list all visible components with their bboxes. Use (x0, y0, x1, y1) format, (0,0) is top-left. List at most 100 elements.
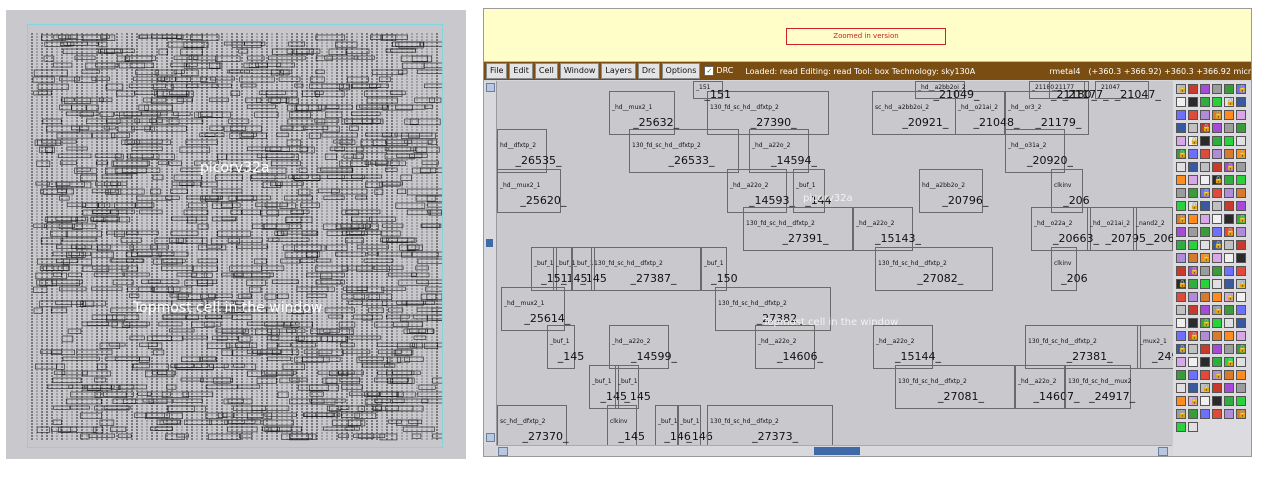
layer-swatch[interactable]: 🔒 (1224, 162, 1235, 172)
vertical-scroll-thumb[interactable] (486, 239, 493, 247)
layer-swatch[interactable] (1188, 214, 1198, 224)
layer-swatch[interactable] (1224, 344, 1234, 354)
layer-swatch[interactable] (1188, 175, 1198, 185)
std-cell[interactable]: _hd__o31a_2 _20920_ (1005, 129, 1073, 173)
std-cell[interactable]: 130_fd_sc_hd__dfxtp_2 _27381_ (1025, 325, 1141, 369)
layer-swatch[interactable] (1224, 279, 1234, 289)
menu-file[interactable]: File (486, 63, 508, 79)
layer-swatch[interactable] (1224, 110, 1234, 120)
std-cell[interactable]: 130_fd_sc_hd__dfxtp_2 _27387_ (591, 247, 701, 291)
layer-swatch[interactable] (1236, 253, 1246, 263)
layer-swatch[interactable] (1200, 97, 1210, 107)
layer-swatch[interactable] (1212, 266, 1222, 276)
layer-swatch[interactable] (1188, 422, 1198, 432)
layer-swatch[interactable] (1188, 123, 1198, 133)
layer-swatch[interactable] (1236, 331, 1246, 341)
layer-swatch[interactable] (1236, 227, 1246, 237)
layer-swatch[interactable] (1200, 292, 1210, 302)
layer-swatch[interactable] (1212, 227, 1222, 237)
layer-swatch[interactable] (1212, 162, 1222, 172)
layer-swatch[interactable] (1212, 409, 1222, 419)
layer-swatch[interactable] (1188, 188, 1198, 198)
layer-swatch[interactable] (1236, 188, 1246, 198)
layer-swatch[interactable] (1200, 227, 1210, 237)
layer-swatch[interactable] (1212, 344, 1222, 354)
layer-swatch[interactable] (1212, 188, 1222, 198)
layer-swatch[interactable] (1224, 253, 1234, 263)
layer-swatch[interactable] (1212, 214, 1222, 224)
layer-swatch[interactable] (1176, 331, 1186, 341)
layer-swatch[interactable]: 🔒 (1188, 136, 1199, 146)
layer-swatch[interactable] (1188, 292, 1198, 302)
layer-swatch[interactable] (1188, 318, 1198, 328)
layer-swatch[interactable] (1200, 162, 1210, 172)
layer-swatch[interactable] (1224, 305, 1234, 315)
layer-swatch[interactable]: 🔒 (1200, 253, 1211, 263)
std-cell[interactable]: _hd__a2bb2oi_2 _21049_ (915, 81, 980, 101)
layer-swatch[interactable]: 🔒 (1236, 279, 1247, 289)
layer-swatch[interactable] (1176, 227, 1186, 237)
layer-swatch[interactable] (1236, 110, 1246, 120)
std-cell[interactable]: _hd__a22o_2 _14599_ (609, 325, 677, 369)
layer-swatch[interactable]: 🔒 (1236, 214, 1247, 224)
layer-swatch[interactable] (1212, 279, 1222, 289)
layer-swatch[interactable] (1200, 357, 1210, 367)
layer-swatch[interactable] (1188, 344, 1198, 354)
layer-swatch[interactable] (1200, 136, 1210, 146)
layer-swatch[interactable] (1176, 240, 1186, 250)
layer-swatch[interactable] (1236, 292, 1246, 302)
std-cell[interactable]: _hd__o22a_2 _20663_ (1031, 207, 1099, 251)
layer-swatch[interactable]: 🔒 (1176, 84, 1187, 94)
scroll-down-icon[interactable] (486, 433, 495, 442)
layer-swatch[interactable]: 🔒 (1188, 396, 1199, 406)
layer-swatch[interactable]: 🔒 (1200, 123, 1211, 133)
layer-swatch[interactable] (1200, 331, 1210, 341)
std-cell[interactable]: _nand2_2 _2066 (1133, 207, 1173, 251)
layer-swatch[interactable] (1236, 162, 1246, 172)
layer-swatch[interactable] (1200, 84, 1210, 94)
layer-swatch[interactable] (1188, 253, 1198, 263)
layer-swatch[interactable] (1188, 370, 1198, 380)
layer-swatch[interactable] (1176, 266, 1186, 276)
layer-swatch[interactable] (1224, 149, 1234, 159)
menu-cell[interactable]: Cell (534, 63, 558, 79)
scroll-up-icon[interactable] (486, 83, 495, 92)
layer-swatch[interactable] (1212, 331, 1222, 341)
layer-swatch[interactable] (1188, 240, 1198, 250)
drc-toggle[interactable]: ✓ DRC (702, 64, 736, 78)
menu-edit[interactable]: Edit (509, 63, 533, 79)
layer-swatch[interactable] (1224, 136, 1234, 146)
layer-swatch[interactable]: 🔒 (1188, 266, 1199, 276)
layer-swatch[interactable] (1188, 110, 1198, 120)
layer-swatch[interactable]: 🔒 (1176, 344, 1187, 354)
layer-swatch[interactable] (1200, 266, 1210, 276)
layer-swatch[interactable] (1200, 305, 1210, 315)
layer-swatch[interactable] (1236, 123, 1246, 133)
layer-swatch[interactable] (1176, 175, 1186, 185)
layer-swatch[interactable] (1176, 201, 1186, 211)
layer-swatch[interactable] (1188, 162, 1198, 172)
layer-swatch[interactable]: 🔒 (1200, 318, 1211, 328)
layer-swatch[interactable]: 🔒 (1224, 357, 1235, 367)
layer-swatch[interactable]: 🔒 (1176, 279, 1187, 289)
layer-swatch[interactable] (1224, 383, 1234, 393)
layer-swatch[interactable] (1224, 331, 1234, 341)
layer-swatch[interactable] (1224, 188, 1234, 198)
layer-swatch[interactable]: 🔒 (1236, 84, 1247, 94)
layer-swatch[interactable]: 🔒 (1212, 370, 1223, 380)
layer-swatch[interactable] (1188, 84, 1198, 94)
horizontal-scroll-thumb[interactable] (814, 447, 860, 455)
std-cell[interactable]: 130_fd_sc_hd__dfxtp_2 _27082_ (875, 247, 993, 291)
std-cell[interactable]: hd__dfxtp_2 _26535_ (497, 129, 562, 173)
std-cell[interactable]: _hd__a22o_2 _14607_ (1015, 365, 1080, 409)
layer-swatch[interactable] (1236, 305, 1246, 315)
layer-swatch[interactable] (1212, 253, 1222, 263)
layer-swatch[interactable] (1212, 84, 1222, 94)
layer-swatch[interactable] (1176, 305, 1186, 315)
layer-swatch[interactable]: 🔒 (1212, 240, 1223, 250)
std-cell[interactable]: hd__a2bb2o_2 _20796_ (919, 169, 988, 213)
layer-swatch[interactable]: 🔒 (1236, 344, 1247, 354)
layer-swatch[interactable] (1176, 123, 1186, 133)
std-cell[interactable]: _hd__mux2_1 _25620_ (497, 169, 566, 213)
layer-swatch[interactable] (1188, 279, 1198, 289)
